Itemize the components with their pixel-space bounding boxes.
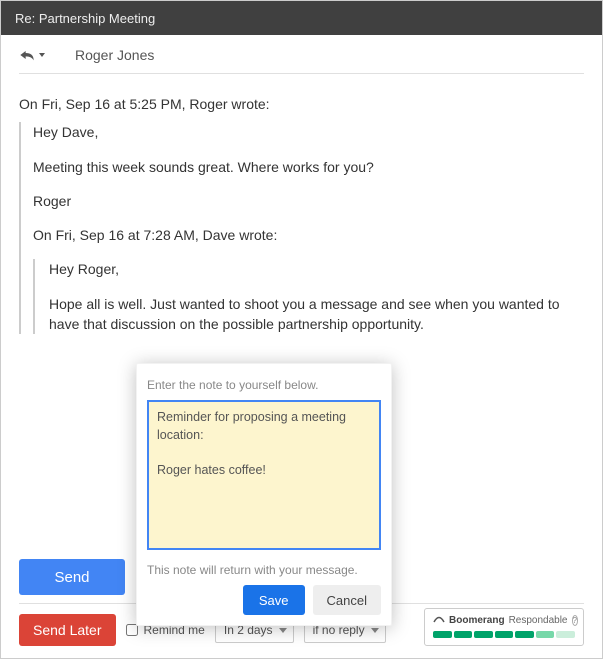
remind-me-checkbox[interactable] bbox=[126, 624, 138, 636]
note-textarea[interactable] bbox=[147, 400, 381, 550]
msg1-greeting: Hey Dave, bbox=[33, 122, 584, 142]
send-button[interactable]: Send bbox=[19, 559, 125, 595]
note-subtext: This note will return with your message. bbox=[147, 563, 381, 577]
quote-block-2: Hey Roger, Hope all is well. Just wanted… bbox=[33, 259, 584, 334]
reply-arrow-icon bbox=[19, 48, 35, 62]
reply-type-dropdown[interactable] bbox=[19, 48, 45, 62]
msg2-body: Hope all is well. Just wanted to shoot y… bbox=[49, 294, 584, 335]
help-icon[interactable]: ? bbox=[572, 615, 578, 626]
quote-block-1: Hey Dave, Meeting this week sounds great… bbox=[19, 122, 584, 334]
boomerang-icon bbox=[433, 614, 445, 627]
chevron-down-icon bbox=[279, 628, 287, 633]
message-body[interactable]: On Fri, Sep 16 at 5:25 PM, Roger wrote: … bbox=[1, 94, 602, 334]
msg2-greeting: Hey Roger, bbox=[49, 259, 584, 279]
respondable-widget[interactable]: Boomerang Respondable ? bbox=[424, 608, 584, 646]
window-title: Re: Partnership Meeting bbox=[15, 11, 155, 26]
respondable-meter bbox=[433, 631, 575, 638]
note-popup: Enter the note to yourself below. This n… bbox=[136, 363, 392, 626]
note-save-button[interactable]: Save bbox=[243, 585, 305, 615]
send-later-button[interactable]: Send Later bbox=[19, 614, 116, 646]
respondable-brand: Boomerang bbox=[449, 615, 505, 626]
quote-intro-1: On Fri, Sep 16 at 5:25 PM, Roger wrote: bbox=[19, 94, 584, 114]
note-cancel-button[interactable]: Cancel bbox=[313, 585, 381, 615]
msg1-signoff: Roger bbox=[33, 191, 584, 211]
respondable-label: Respondable bbox=[509, 615, 568, 626]
chevron-down-icon bbox=[371, 628, 379, 633]
recipient-name: Roger Jones bbox=[75, 47, 154, 63]
note-heading: Enter the note to yourself below. bbox=[147, 378, 381, 392]
compose-header: Roger Jones bbox=[1, 35, 602, 73]
msg1-body: Meeting this week sounds great. Where wo… bbox=[33, 157, 584, 177]
title-bar: Re: Partnership Meeting bbox=[1, 1, 602, 35]
quote-intro-2: On Fri, Sep 16 at 7:28 AM, Dave wrote: bbox=[33, 225, 584, 245]
chevron-down-icon bbox=[39, 53, 45, 57]
header-divider bbox=[19, 73, 584, 74]
